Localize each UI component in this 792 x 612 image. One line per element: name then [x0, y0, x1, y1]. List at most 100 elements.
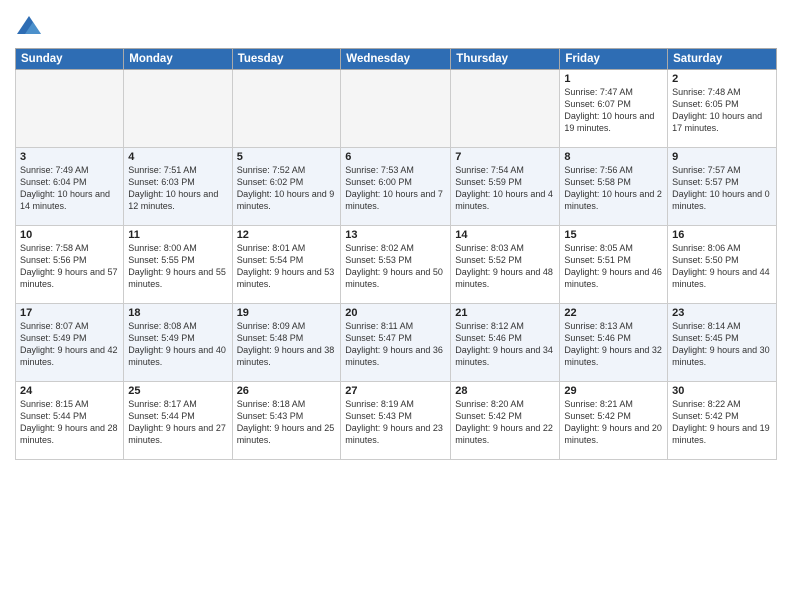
- day-number: 21: [455, 307, 555, 319]
- calendar-week-2: 3Sunrise: 7:49 AM Sunset: 6:04 PM Daylig…: [16, 148, 777, 226]
- calendar-header-monday: Monday: [124, 49, 232, 70]
- day-info: Sunrise: 8:11 AM Sunset: 5:47 PM Dayligh…: [345, 320, 446, 369]
- calendar-cell: 17Sunrise: 8:07 AM Sunset: 5:49 PM Dayli…: [16, 304, 124, 382]
- day-info: Sunrise: 8:08 AM Sunset: 5:49 PM Dayligh…: [128, 320, 227, 369]
- day-info: Sunrise: 8:19 AM Sunset: 5:43 PM Dayligh…: [345, 398, 446, 447]
- day-number: 18: [128, 307, 227, 319]
- day-info: Sunrise: 8:06 AM Sunset: 5:50 PM Dayligh…: [672, 242, 772, 291]
- logo-icon: [15, 14, 43, 42]
- calendar-header-tuesday: Tuesday: [232, 49, 341, 70]
- calendar-cell: 10Sunrise: 7:58 AM Sunset: 5:56 PM Dayli…: [16, 226, 124, 304]
- day-info: Sunrise: 8:05 AM Sunset: 5:51 PM Dayligh…: [564, 242, 663, 291]
- calendar-cell: [232, 70, 341, 148]
- day-info: Sunrise: 8:07 AM Sunset: 5:49 PM Dayligh…: [20, 320, 119, 369]
- calendar-table: SundayMondayTuesdayWednesdayThursdayFrid…: [15, 48, 777, 460]
- calendar-cell: [341, 70, 451, 148]
- calendar-cell: 27Sunrise: 8:19 AM Sunset: 5:43 PM Dayli…: [341, 382, 451, 460]
- calendar-cell: 22Sunrise: 8:13 AM Sunset: 5:46 PM Dayli…: [560, 304, 668, 382]
- calendar-cell: 15Sunrise: 8:05 AM Sunset: 5:51 PM Dayli…: [560, 226, 668, 304]
- day-info: Sunrise: 8:22 AM Sunset: 5:42 PM Dayligh…: [672, 398, 772, 447]
- day-number: 26: [237, 385, 337, 397]
- calendar-cell: 7Sunrise: 7:54 AM Sunset: 5:59 PM Daylig…: [451, 148, 560, 226]
- day-number: 2: [672, 73, 772, 85]
- calendar-cell: 11Sunrise: 8:00 AM Sunset: 5:55 PM Dayli…: [124, 226, 232, 304]
- calendar-cell: 2Sunrise: 7:48 AM Sunset: 6:05 PM Daylig…: [668, 70, 777, 148]
- calendar-cell: [16, 70, 124, 148]
- calendar-cell: 6Sunrise: 7:53 AM Sunset: 6:00 PM Daylig…: [341, 148, 451, 226]
- day-info: Sunrise: 8:15 AM Sunset: 5:44 PM Dayligh…: [20, 398, 119, 447]
- day-number: 25: [128, 385, 227, 397]
- day-number: 29: [564, 385, 663, 397]
- day-info: Sunrise: 8:20 AM Sunset: 5:42 PM Dayligh…: [455, 398, 555, 447]
- calendar-cell: 25Sunrise: 8:17 AM Sunset: 5:44 PM Dayli…: [124, 382, 232, 460]
- day-number: 9: [672, 151, 772, 163]
- calendar-cell: 20Sunrise: 8:11 AM Sunset: 5:47 PM Dayli…: [341, 304, 451, 382]
- calendar-cell: 12Sunrise: 8:01 AM Sunset: 5:54 PM Dayli…: [232, 226, 341, 304]
- day-number: 8: [564, 151, 663, 163]
- header: [15, 10, 777, 42]
- day-info: Sunrise: 8:17 AM Sunset: 5:44 PM Dayligh…: [128, 398, 227, 447]
- day-number: 6: [345, 151, 446, 163]
- day-number: 10: [20, 229, 119, 241]
- calendar-header-saturday: Saturday: [668, 49, 777, 70]
- day-number: 23: [672, 307, 772, 319]
- day-info: Sunrise: 8:21 AM Sunset: 5:42 PM Dayligh…: [564, 398, 663, 447]
- day-info: Sunrise: 7:47 AM Sunset: 6:07 PM Dayligh…: [564, 86, 663, 135]
- day-number: 22: [564, 307, 663, 319]
- calendar-header-friday: Friday: [560, 49, 668, 70]
- day-info: Sunrise: 7:52 AM Sunset: 6:02 PM Dayligh…: [237, 164, 337, 213]
- calendar-cell: 9Sunrise: 7:57 AM Sunset: 5:57 PM Daylig…: [668, 148, 777, 226]
- calendar-cell: 26Sunrise: 8:18 AM Sunset: 5:43 PM Dayli…: [232, 382, 341, 460]
- calendar-cell: 29Sunrise: 8:21 AM Sunset: 5:42 PM Dayli…: [560, 382, 668, 460]
- day-number: 3: [20, 151, 119, 163]
- day-number: 1: [564, 73, 663, 85]
- calendar-cell: 4Sunrise: 7:51 AM Sunset: 6:03 PM Daylig…: [124, 148, 232, 226]
- day-number: 24: [20, 385, 119, 397]
- day-info: Sunrise: 8:13 AM Sunset: 5:46 PM Dayligh…: [564, 320, 663, 369]
- day-number: 19: [237, 307, 337, 319]
- day-info: Sunrise: 7:51 AM Sunset: 6:03 PM Dayligh…: [128, 164, 227, 213]
- day-number: 12: [237, 229, 337, 241]
- day-number: 28: [455, 385, 555, 397]
- calendar-cell: 23Sunrise: 8:14 AM Sunset: 5:45 PM Dayli…: [668, 304, 777, 382]
- logo: [15, 14, 47, 42]
- calendar-cell: 18Sunrise: 8:08 AM Sunset: 5:49 PM Dayli…: [124, 304, 232, 382]
- day-info: Sunrise: 7:49 AM Sunset: 6:04 PM Dayligh…: [20, 164, 119, 213]
- day-number: 13: [345, 229, 446, 241]
- page: SundayMondayTuesdayWednesdayThursdayFrid…: [0, 0, 792, 612]
- day-number: 15: [564, 229, 663, 241]
- day-info: Sunrise: 8:03 AM Sunset: 5:52 PM Dayligh…: [455, 242, 555, 291]
- day-number: 27: [345, 385, 446, 397]
- day-number: 14: [455, 229, 555, 241]
- day-number: 4: [128, 151, 227, 163]
- day-info: Sunrise: 7:57 AM Sunset: 5:57 PM Dayligh…: [672, 164, 772, 213]
- calendar-cell: 24Sunrise: 8:15 AM Sunset: 5:44 PM Dayli…: [16, 382, 124, 460]
- calendar-cell: [124, 70, 232, 148]
- day-number: 7: [455, 151, 555, 163]
- calendar-cell: 8Sunrise: 7:56 AM Sunset: 5:58 PM Daylig…: [560, 148, 668, 226]
- calendar-cell: [451, 70, 560, 148]
- calendar-week-3: 10Sunrise: 7:58 AM Sunset: 5:56 PM Dayli…: [16, 226, 777, 304]
- calendar-cell: 14Sunrise: 8:03 AM Sunset: 5:52 PM Dayli…: [451, 226, 560, 304]
- day-info: Sunrise: 8:14 AM Sunset: 5:45 PM Dayligh…: [672, 320, 772, 369]
- calendar-cell: 5Sunrise: 7:52 AM Sunset: 6:02 PM Daylig…: [232, 148, 341, 226]
- calendar-cell: 28Sunrise: 8:20 AM Sunset: 5:42 PM Dayli…: [451, 382, 560, 460]
- day-info: Sunrise: 7:58 AM Sunset: 5:56 PM Dayligh…: [20, 242, 119, 291]
- calendar-cell: 3Sunrise: 7:49 AM Sunset: 6:04 PM Daylig…: [16, 148, 124, 226]
- calendar-cell: 19Sunrise: 8:09 AM Sunset: 5:48 PM Dayli…: [232, 304, 341, 382]
- calendar-header-row: SundayMondayTuesdayWednesdayThursdayFrid…: [16, 49, 777, 70]
- day-info: Sunrise: 8:01 AM Sunset: 5:54 PM Dayligh…: [237, 242, 337, 291]
- calendar-week-5: 24Sunrise: 8:15 AM Sunset: 5:44 PM Dayli…: [16, 382, 777, 460]
- day-number: 17: [20, 307, 119, 319]
- day-info: Sunrise: 7:56 AM Sunset: 5:58 PM Dayligh…: [564, 164, 663, 213]
- day-number: 5: [237, 151, 337, 163]
- calendar-week-1: 1Sunrise: 7:47 AM Sunset: 6:07 PM Daylig…: [16, 70, 777, 148]
- calendar-cell: 30Sunrise: 8:22 AM Sunset: 5:42 PM Dayli…: [668, 382, 777, 460]
- day-info: Sunrise: 8:02 AM Sunset: 5:53 PM Dayligh…: [345, 242, 446, 291]
- calendar-header-sunday: Sunday: [16, 49, 124, 70]
- day-number: 20: [345, 307, 446, 319]
- day-info: Sunrise: 8:09 AM Sunset: 5:48 PM Dayligh…: [237, 320, 337, 369]
- day-info: Sunrise: 8:12 AM Sunset: 5:46 PM Dayligh…: [455, 320, 555, 369]
- calendar-header-thursday: Thursday: [451, 49, 560, 70]
- calendar-cell: 21Sunrise: 8:12 AM Sunset: 5:46 PM Dayli…: [451, 304, 560, 382]
